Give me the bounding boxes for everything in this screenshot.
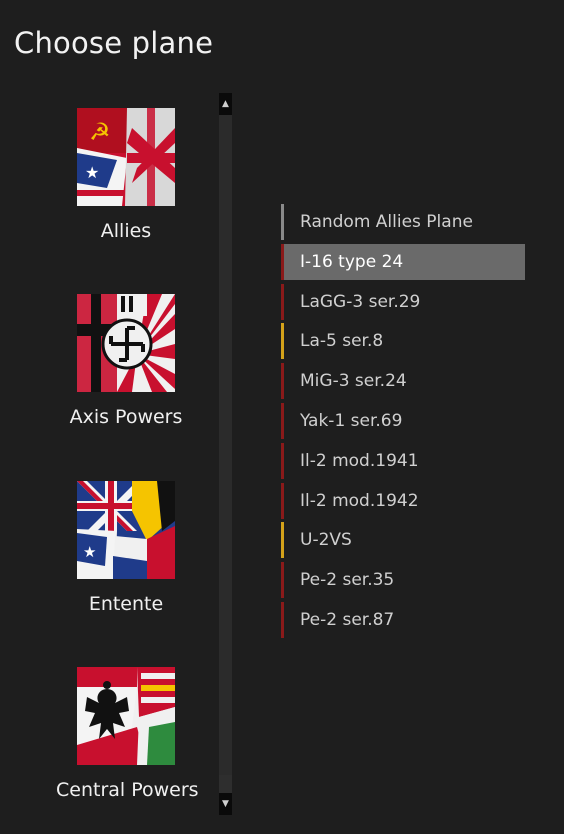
plane-item[interactable]: Il-2 mod.1941 — [281, 442, 525, 479]
scroll-up-icon[interactable]: ▲ — [219, 93, 232, 115]
plane-label: I-16 type 24 — [300, 251, 404, 272]
plane-item[interactable]: I-16 type 24 — [281, 243, 525, 280]
plane-label: Random Allies Plane — [300, 212, 473, 232]
coalition-label: Axis Powers — [69, 406, 183, 428]
plane-item[interactable]: La-5 ser.8 — [281, 323, 525, 360]
plane-indicator-bar — [281, 601, 284, 638]
scroll-track[interactable] — [219, 115, 232, 775]
coalition-central-powers[interactable]: Central Powers — [56, 667, 199, 801]
plane-item[interactable]: Yak-1 ser.69 — [281, 402, 525, 439]
coalition-label: Allies — [100, 220, 152, 242]
coalition-label: Central Powers — [56, 779, 199, 801]
plane-label: U-2VS — [300, 530, 352, 551]
svg-text:★: ★ — [85, 163, 99, 182]
plane-label: LaGG-3 ser.29 — [300, 291, 421, 312]
plane-indicator-bar — [281, 562, 284, 599]
svg-text:★: ★ — [83, 543, 96, 561]
plane-list: Random Allies Plane I-16 type 24 LaGG-3 se… — [281, 204, 525, 642]
plane-indicator-bar — [281, 243, 284, 280]
plane-item[interactable]: Il-2 mod.1942 — [281, 482, 525, 519]
plane-label: Pe-2 ser.87 — [300, 609, 395, 630]
axis-flag-icon — [77, 294, 175, 392]
plane-item[interactable]: Random Allies Plane — [281, 204, 525, 240]
svg-text:☭: ☭ — [89, 118, 111, 146]
page-title: Choose plane — [14, 26, 214, 60]
plane-item[interactable]: U-2VS — [281, 522, 525, 559]
plane-label: Yak-1 ser.69 — [300, 410, 403, 431]
plane-indicator-bar — [281, 402, 284, 439]
scroll-down-icon[interactable]: ▼ — [219, 793, 232, 815]
coalition-axis-powers[interactable]: Axis Powers — [56, 294, 196, 428]
coalition-entente[interactable]: ★ Entente — [56, 481, 196, 615]
plane-label: Il-2 mod.1942 — [300, 490, 419, 511]
coalition-scrollbar[interactable]: ▲ ▼ — [219, 93, 232, 815]
entente-flag-icon: ★ — [77, 481, 175, 579]
plane-indicator-bar — [281, 363, 284, 400]
plane-indicator-bar — [281, 204, 284, 240]
plane-item[interactable]: Pe-2 ser.35 — [281, 562, 525, 599]
plane-item[interactable]: LaGG-3 ser.29 — [281, 283, 525, 320]
plane-label: Pe-2 ser.35 — [300, 570, 395, 591]
plane-item[interactable]: MiG-3 ser.24 — [281, 363, 525, 400]
plane-label: Il-2 mod.1941 — [300, 450, 419, 471]
plane-indicator-bar — [281, 283, 284, 320]
plane-indicator-bar — [281, 522, 284, 559]
coalition-allies[interactable]: ☭ ★ Allies — [56, 108, 196, 242]
allies-flag-icon: ☭ ★ — [77, 108, 175, 206]
central-powers-flag-icon — [77, 667, 175, 765]
coalition-label: Entente — [88, 593, 164, 615]
plane-label: La-5 ser.8 — [300, 331, 384, 352]
plane-indicator-bar — [281, 323, 284, 360]
plane-indicator-bar — [281, 442, 284, 479]
plane-label: MiG-3 ser.24 — [300, 371, 407, 392]
plane-item[interactable]: Pe-2 ser.87 — [281, 601, 525, 638]
plane-indicator-bar — [281, 482, 284, 519]
